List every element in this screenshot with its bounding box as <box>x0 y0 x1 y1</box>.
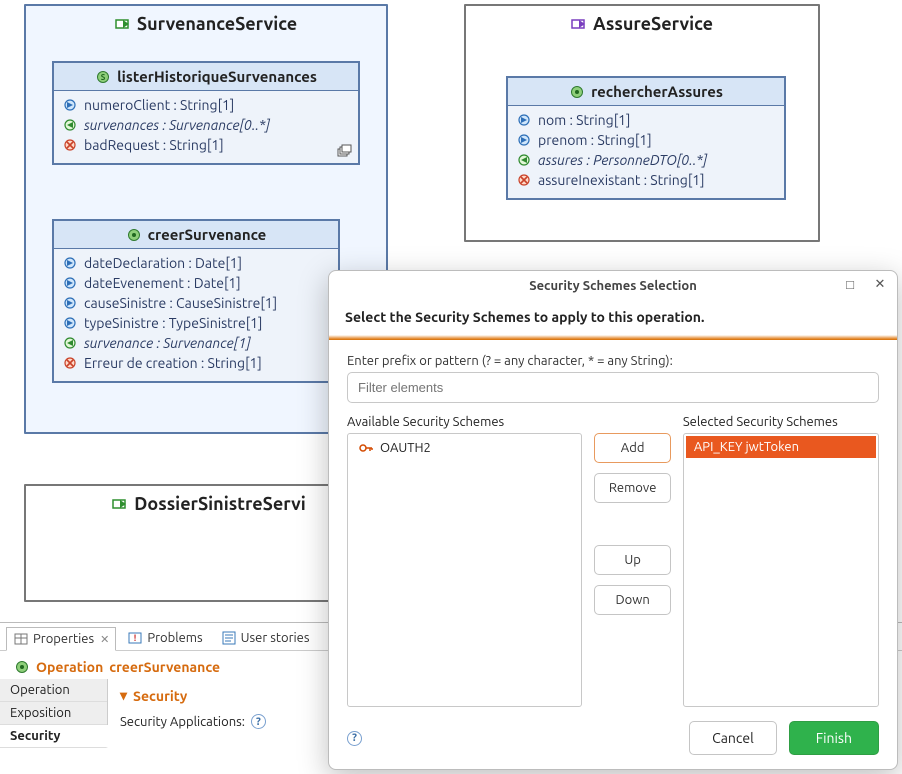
stack-icon <box>336 143 352 159</box>
service-assure[interactable]: AssureService rechercherAssures nom : St… <box>464 4 820 242</box>
param-row[interactable]: Erreur de creation : String[1] <box>62 353 330 373</box>
error-param-icon <box>62 355 78 371</box>
finish-button[interactable]: Finish <box>789 721 879 755</box>
operation-creer[interactable]: creerSurvenance dateDeclaration : Date[1… <box>52 219 340 383</box>
param-row[interactable]: nom : String[1] <box>516 110 776 130</box>
list-item[interactable]: API_KEY jwtToken <box>686 436 876 458</box>
param-row[interactable]: survenance : Survenance[1] <box>62 333 330 353</box>
filter-label: Enter prefix or pattern (? = any charact… <box>347 354 879 368</box>
operation-title: rechercherAssures <box>508 78 784 106</box>
param-row[interactable]: prenom : String[1] <box>516 130 776 150</box>
help-icon[interactable]: ? <box>347 731 362 746</box>
help-icon[interactable]: ? <box>251 714 266 729</box>
param-row[interactable]: numeroClient : String[1] <box>62 95 350 115</box>
window-close-icon[interactable]: ✕ <box>871 277 889 292</box>
param-row[interactable]: typeSinistre : TypeSinistre[1] <box>62 313 330 333</box>
operation-title: listerHistoriqueSurvenances <box>54 63 358 91</box>
in-param-icon <box>516 132 532 148</box>
close-icon[interactable]: ✕ <box>100 633 109 646</box>
param-row[interactable]: dateDeclaration : Date[1] <box>62 253 330 273</box>
available-label: Available Security Schemes <box>347 415 582 429</box>
add-button[interactable]: Add <box>594 433 671 463</box>
down-button[interactable]: Down <box>594 585 671 615</box>
service-title-text: AssureService <box>593 14 713 34</box>
service-title: AssureService <box>466 6 818 46</box>
param-row[interactable]: assureInexistant : String[1] <box>516 170 776 190</box>
param-row[interactable]: dateEvenement : Date[1] <box>62 273 330 293</box>
operation-title-text: listerHistoriqueSurvenances <box>117 68 317 85</box>
error-param-icon <box>62 137 78 153</box>
window-maximize-icon[interactable]: □ <box>841 277 859 292</box>
security-heading: ▾ Security <box>120 687 266 704</box>
operation-icon <box>569 84 585 100</box>
service-icon <box>112 496 128 512</box>
operation-icon <box>95 69 111 85</box>
remove-button[interactable]: Remove <box>594 473 671 503</box>
user-stories-icon <box>221 630 237 646</box>
error-param-icon <box>516 172 532 188</box>
operation-title-text: creerSurvenance <box>148 226 267 243</box>
properties-vertical-tabs: Operation Exposition Security <box>0 679 108 748</box>
available-list[interactable]: OAUTH2 <box>347 433 582 707</box>
in-param-icon <box>62 97 78 113</box>
vtab-security[interactable]: Security <box>0 725 108 748</box>
service-icon <box>571 16 587 32</box>
dialog-title: Security Schemes Selection <box>529 279 697 293</box>
cancel-button[interactable]: Cancel <box>689 721 777 755</box>
in-param-icon <box>62 275 78 291</box>
selected-list[interactable]: API_KEY jwtToken <box>683 433 879 707</box>
service-title-text: DossierSinistreServi <box>134 494 306 514</box>
dialog-titlebar[interactable]: Security Schemes Selection □ ✕ <box>329 271 897 301</box>
in-param-icon <box>62 255 78 271</box>
in-param-icon <box>62 295 78 311</box>
operation-icon <box>126 227 142 243</box>
security-tab-content: ▾ Security Security Applications: ? <box>108 679 278 748</box>
vtab-exposition[interactable]: Exposition <box>0 702 107 725</box>
param-row[interactable]: assures : PersonneDTO[0..*] <box>516 150 776 170</box>
operation-lister[interactable]: listerHistoriqueSurvenances numeroClient… <box>52 61 360 165</box>
out-param-icon <box>62 117 78 133</box>
service-title: SurvenanceService <box>26 6 386 46</box>
tab-properties[interactable]: Properties ✕ <box>6 627 116 651</box>
dialog-instruction: Select the Security Schemes to apply to … <box>329 301 897 335</box>
operation-rechercher[interactable]: rechercherAssures nom : String[1] prenom… <box>506 76 786 200</box>
out-param-icon <box>516 152 532 168</box>
transfer-buttons: Add Remove Up Down <box>594 415 671 707</box>
param-row[interactable]: causeSinistre : CauseSinistre[1] <box>62 293 330 313</box>
service-title-text: SurvenanceService <box>137 14 297 34</box>
operation-title: creerSurvenance <box>54 221 338 249</box>
param-row[interactable]: survenances : Survenance[0..*] <box>62 115 350 135</box>
service-icon <box>115 16 131 32</box>
operation-icon <box>14 659 30 675</box>
problems-icon <box>127 630 143 646</box>
in-param-icon <box>62 315 78 331</box>
filter-input[interactable] <box>347 372 879 403</box>
up-button[interactable]: Up <box>594 545 671 575</box>
tab-user-stories[interactable]: User stories <box>214 626 317 650</box>
in-param-icon <box>516 112 532 128</box>
security-schemes-dialog: Security Schemes Selection □ ✕ Select th… <box>328 270 898 770</box>
out-param-icon <box>62 335 78 351</box>
key-icon <box>358 440 374 456</box>
list-item[interactable]: OAUTH2 <box>350 436 579 460</box>
operation-title-text: rechercherAssures <box>591 83 723 100</box>
vtab-operation[interactable]: Operation <box>0 679 107 702</box>
properties-icon <box>13 631 29 647</box>
tab-problems[interactable]: Problems <box>120 626 209 650</box>
security-applications-label: Security Applications: <box>120 715 245 729</box>
selected-label: Selected Security Schemes <box>683 415 879 429</box>
param-row[interactable]: badRequest : String[1] <box>62 135 350 155</box>
